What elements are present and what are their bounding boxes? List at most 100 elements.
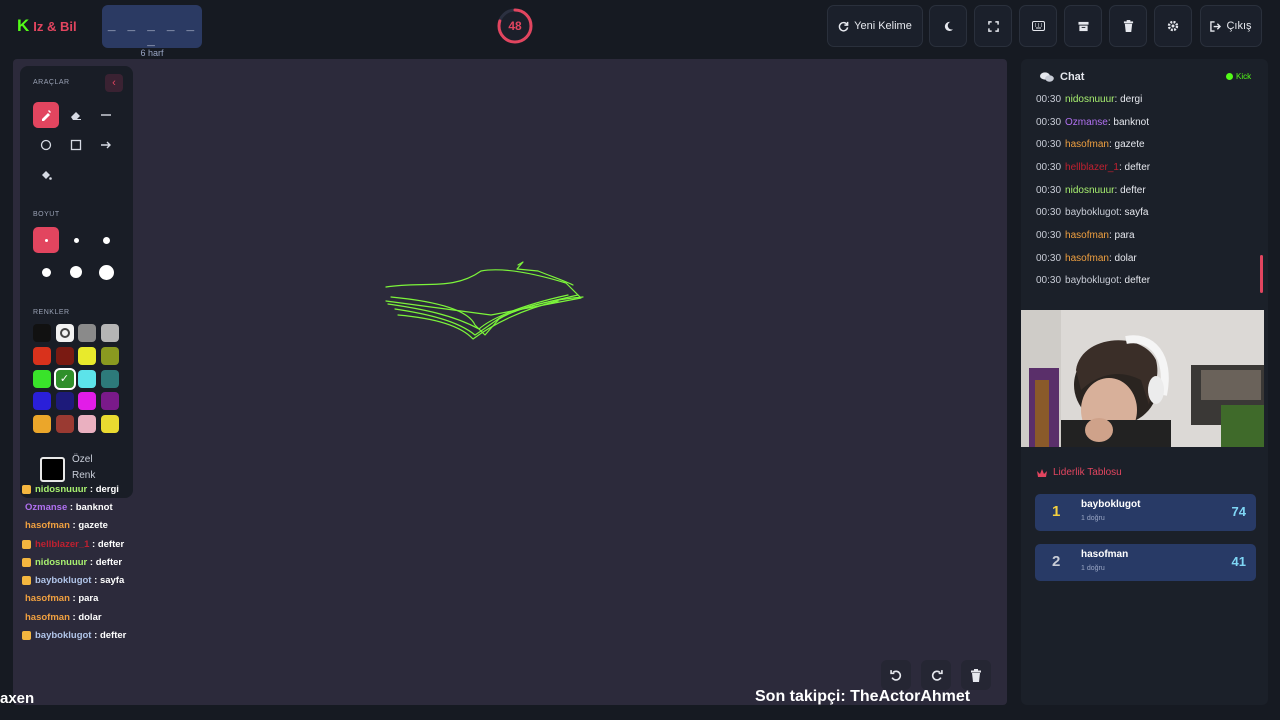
leaderboard-header: Liderlik Tablosu	[1036, 467, 1122, 478]
undo-button[interactable]	[881, 660, 911, 690]
overlay-chat-text: defter	[97, 538, 125, 550]
overlay-chat-separator: :	[89, 538, 98, 550]
size-option-1[interactable]	[33, 227, 59, 253]
chat-message: 00:30 hasofman: para	[1036, 224, 1256, 247]
clear-button[interactable]	[1109, 5, 1147, 47]
color-swatch[interactable]	[78, 324, 96, 342]
color-swatch[interactable]	[33, 392, 51, 411]
subscriber-badge-icon	[22, 539, 31, 549]
leaderboard-score: 41	[1231, 554, 1246, 569]
custom-color-picker[interactable]	[40, 457, 65, 482]
fill-tool[interactable]	[33, 162, 59, 188]
chat-timestamp: 00:30	[1036, 139, 1062, 151]
theme-toggle-button[interactable]	[929, 5, 967, 47]
color-swatch[interactable]	[33, 415, 51, 434]
clear-canvas-button[interactable]	[961, 660, 991, 690]
leaderboard-row: 1 bayboklugot 1 doğru 74	[1035, 494, 1256, 531]
brush-tool[interactable]	[33, 102, 59, 128]
color-swatch[interactable]: ✓	[53, 367, 76, 390]
colors-heading: RENKLER	[33, 309, 70, 316]
arrow-tool[interactable]	[93, 132, 119, 158]
overlay-chat-row: bayboklugot : defter	[22, 626, 126, 644]
leaderboard-row: 2 hasofman 1 doğru 41	[1035, 544, 1256, 581]
size-option-3[interactable]	[93, 227, 119, 253]
color-swatch[interactable]	[100, 346, 119, 365]
chat-scrollbar[interactable]	[1260, 255, 1263, 293]
exit-button[interactable]: Çıkış	[1200, 5, 1262, 47]
color-swatch[interactable]	[100, 324, 119, 342]
leaderboard-subtitle: 1 doğru	[1081, 565, 1105, 572]
word-length-hint: 6 harf	[140, 48, 164, 58]
leaderboard-rank: 2	[1052, 553, 1061, 570]
color-swatch[interactable]	[78, 392, 96, 411]
rectangle-tool[interactable]	[63, 132, 89, 158]
redo-button[interactable]	[921, 660, 951, 690]
overlay-chat-text: sayfa	[99, 575, 125, 587]
chat-username: hellblazer_1	[1065, 161, 1119, 173]
color-swatch[interactable]	[78, 369, 96, 388]
paint-bucket-icon	[42, 171, 52, 180]
kick-label: Kick	[1236, 72, 1252, 81]
color-swatch[interactable]	[78, 346, 96, 365]
overlay-chat-user: hasofman	[25, 593, 70, 605]
collapse-panel-button[interactable]: ‹	[105, 74, 123, 92]
color-swatch[interactable]	[33, 369, 51, 388]
circle-icon	[40, 139, 52, 151]
chat-timestamp: 00:30	[1036, 116, 1062, 128]
color-swatch[interactable]	[33, 324, 51, 342]
online-dot-icon	[1226, 73, 1233, 80]
undo-icon	[889, 669, 901, 681]
color-swatch[interactable]	[33, 346, 51, 365]
color-swatch[interactable]	[100, 415, 119, 434]
subscriber-badge-icon	[22, 557, 31, 567]
size-option-6[interactable]	[93, 259, 119, 285]
tool-panel: ARAÇLAR ‹ BOYUT RENKLER Özel Renk ✓	[20, 66, 133, 498]
color-swatch[interactable]	[78, 415, 96, 434]
chat-message-list[interactable]: 00:30 nidosnuuur: dergi 00:30 Ozmanse: bank…	[1036, 88, 1256, 292]
refresh-icon	[838, 21, 849, 31]
leaderboard-subtitle: 1 doğru	[1081, 515, 1105, 522]
overlay-chat-user: bayboklugot	[35, 575, 92, 587]
overlay-chat-text: gazete	[78, 520, 108, 532]
fullscreen-button[interactable]	[974, 5, 1012, 47]
chat-username: Ozmanse	[1065, 116, 1108, 128]
color-swatch[interactable]	[100, 392, 119, 411]
app-logo: K Iz & Bil	[17, 16, 77, 36]
chat-text: sayfa	[1124, 207, 1149, 219]
color-swatch[interactable]	[55, 392, 74, 411]
chat-username: bayboklugot	[1065, 207, 1119, 219]
settings-button[interactable]	[1154, 5, 1192, 47]
kick-status: Kick	[1226, 72, 1251, 81]
arrow-right-icon	[101, 141, 111, 149]
eraser-tool[interactable]	[63, 102, 89, 128]
chat-timestamp: 00:30	[1036, 252, 1062, 264]
white-swatch-ring-icon	[59, 328, 70, 338]
overlay-chat-user: hellblazer_1	[35, 538, 90, 550]
circle-tool[interactable]	[33, 132, 59, 158]
archive-button[interactable]	[1064, 5, 1102, 47]
overlay-chat-separator: :	[69, 520, 79, 532]
drawing-canvas[interactable]	[13, 59, 1007, 705]
line-tool[interactable]	[93, 102, 119, 128]
keyboard-button[interactable]	[1019, 5, 1057, 47]
logo-letter: K	[17, 16, 30, 35]
leaderboard-score: 74	[1231, 504, 1246, 519]
overlay-chat-text: dolar	[78, 611, 102, 623]
eraser-icon	[71, 112, 81, 120]
webcam-image	[1021, 310, 1264, 447]
line-icon	[101, 114, 111, 116]
overlay-chat-row: hasofman : gazete	[22, 517, 126, 535]
color-swatch[interactable]	[55, 324, 74, 342]
color-swatch[interactable]	[100, 369, 119, 388]
chat-username: nidosnuuur	[1065, 184, 1115, 196]
new-word-button[interactable]: Yeni Kelime	[827, 5, 923, 47]
size-option-5[interactable]	[63, 259, 89, 285]
subscriber-badge-icon	[22, 484, 31, 494]
size-option-2[interactable]	[63, 227, 89, 253]
color-swatch[interactable]	[55, 415, 74, 434]
size-option-4[interactable]	[33, 259, 59, 285]
chat-message: 00:30 bayboklugot: sayfa	[1036, 201, 1256, 224]
color-swatch[interactable]	[55, 346, 74, 365]
chat-timestamp: 00:30	[1036, 275, 1062, 287]
chat-text: defter	[1120, 184, 1146, 196]
